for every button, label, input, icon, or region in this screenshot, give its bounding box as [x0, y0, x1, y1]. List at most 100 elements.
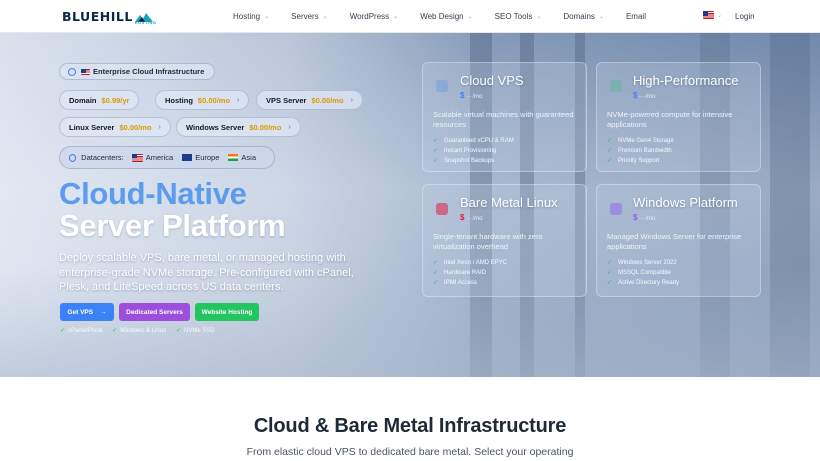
menu-item-hosting[interactable]: Hosting ⌄: [233, 12, 269, 21]
menu-label: SEO Tools: [494, 12, 533, 21]
price-symbol: $: [460, 213, 465, 222]
feature-label: IPMI Access: [444, 279, 478, 286]
globe-icon: [68, 67, 76, 76]
chevron-down-icon: ⌄: [717, 12, 723, 19]
arrow-right-icon: →: [100, 308, 107, 316]
pill-name: Windows Server: [186, 122, 245, 132]
pill-name: Linux Server: [69, 122, 115, 132]
us-flag-icon: [131, 153, 143, 162]
chevron-down-icon: ⌄: [393, 14, 399, 20]
us-flag-icon: [703, 11, 714, 19]
feature-check-label: NVMe SSD: [184, 327, 215, 334]
check-icon: ✓: [433, 148, 439, 154]
us-flag-icon: [81, 68, 90, 75]
feature-check: ✓ NVMe SSD: [176, 327, 215, 335]
menu-label: Email: [625, 12, 646, 21]
menu-item-web-design[interactable]: Web Design ⌄: [420, 12, 472, 21]
get-vps-button[interactable]: Get VPS →: [60, 303, 114, 321]
section-title: Cloud & Bare Metal Infrastructure: [253, 415, 567, 437]
pill-price: $0.00/mo: [119, 122, 152, 132]
card-description: NVMe-powered compute for intensive appli…: [607, 110, 733, 129]
region-label: Asia: [241, 153, 256, 162]
language-selector[interactable]: ⌄: [703, 11, 722, 19]
card-price: $—/mo: [460, 91, 483, 100]
menu-item-servers[interactable]: Servers ⌄: [291, 12, 328, 21]
pill-price: $0.99/yr: [101, 95, 130, 105]
pill-windows-server[interactable]: Windows Server $0.00/mo ›: [176, 117, 301, 137]
button-label: Get VPS: [67, 308, 94, 316]
menu-item-email[interactable]: Email: [626, 12, 646, 21]
menu-item-wordpress[interactable]: WordPress ⌄: [350, 12, 398, 21]
eu-flag-icon: [182, 154, 193, 161]
price-symbol: $: [633, 213, 638, 222]
check-icon: ✓: [433, 270, 439, 276]
price-symbol: $: [633, 91, 638, 100]
card-price: $—/mo: [460, 213, 483, 222]
menu-label: Domains: [563, 12, 595, 21]
pill-price: $0.00/mo: [197, 95, 231, 105]
card-feature: ✓ Guaranteed vCPU & RAM: [433, 137, 514, 145]
menu-label: WordPress: [349, 12, 390, 21]
pill-linux-server[interactable]: Linux Server $0.00/mo ›: [59, 117, 171, 137]
check-icon: ✓: [607, 148, 613, 154]
card-feature: ✓ Snapshot Backups: [433, 157, 495, 165]
check-icon: ✓: [607, 138, 613, 144]
website-hosting-button[interactable]: Website Hosting: [195, 303, 259, 321]
logo[interactable]: BLUEHILL HOSTING: [62, 9, 156, 25]
menu-item-seo-tools[interactable]: SEO Tools ⌄: [495, 12, 542, 21]
check-icon: ✓: [433, 138, 439, 144]
check-icon: ✓: [607, 270, 613, 276]
pill-hosting[interactable]: Hosting $0.00/mo ›: [155, 90, 250, 110]
chevron-right-icon: ›: [350, 96, 353, 104]
card-feature: ✓ Instant Provisioning: [433, 147, 496, 155]
price-unit: /mo: [645, 216, 656, 222]
chevron-down-icon: ⌄: [536, 14, 542, 20]
hero-title-line2: Server Platform: [59, 208, 286, 243]
datacenters-label: Datacenters:: [81, 153, 124, 162]
check-icon: ✓: [433, 260, 439, 266]
cloud-icon: [436, 80, 448, 92]
card-description: Scalable virtual machines with guarantee…: [433, 110, 574, 129]
region-label: Europe: [195, 153, 220, 162]
enterprise-badge: Enterprise Cloud Infrastructure: [59, 63, 216, 80]
card-feature: ✓ MSSQL Compatible: [607, 269, 671, 277]
card-feature: ✓ Hardware RAID: [433, 269, 486, 277]
feature-label: Priority Support: [618, 157, 660, 164]
pill-name: Hosting: [165, 95, 193, 105]
server-icon: [436, 203, 448, 215]
card-price: $—/mo: [633, 213, 656, 222]
login-link[interactable]: Login: [735, 12, 755, 21]
dedicated-servers-button[interactable]: Dedicated Servers: [119, 303, 190, 321]
card-price: $—/mo: [633, 91, 656, 100]
pill-vps-server[interactable]: VPS Server $0.00/mo ›: [256, 90, 363, 110]
pill-price: $0.00/mo: [249, 122, 282, 132]
chevron-down-icon: ⌄: [322, 14, 328, 20]
feature-label: Windows Server 2022: [618, 259, 677, 266]
price-unit: /mo: [645, 94, 656, 100]
feature-label: Active Directory Ready: [618, 279, 680, 286]
region-label: America: [145, 153, 174, 162]
feature-label: Premium Bandwidth: [618, 147, 672, 154]
card-title: Cloud VPS: [460, 73, 524, 88]
feature-label: Snapshot Backups: [444, 157, 495, 164]
chevron-down-icon: ⌄: [467, 14, 473, 20]
feature-label: Guaranteed vCPU & RAM: [444, 137, 514, 144]
chevron-down-icon: ⌄: [264, 14, 270, 20]
price-unit: /mo: [472, 94, 483, 100]
badge-label: Enterprise Cloud Infrastructure: [93, 67, 205, 76]
chevron-right-icon: ›: [158, 123, 161, 131]
region-asia: Asia: [228, 153, 256, 162]
card-feature: ✓ Premium Bandwidth: [607, 147, 672, 155]
hero-lead: Deploy scalable VPS, bare metal, or mana…: [59, 252, 354, 293]
price-unit: /mo: [472, 216, 483, 222]
check-icon: ✓: [176, 328, 182, 334]
menu-label: Hosting: [233, 12, 261, 21]
hero-title-line1: Cloud-Native: [59, 176, 247, 211]
menu-item-domains[interactable]: Domains ⌄: [563, 12, 604, 21]
chevron-right-icon: ›: [288, 123, 291, 131]
pill-domain[interactable]: Domain $0.99/yr: [59, 90, 140, 110]
card-description: Single-tenant hardware with zero virtual…: [433, 232, 543, 251]
check-icon: ✓: [112, 328, 118, 334]
feature-label: NVMe Gen4 Storage: [618, 137, 674, 144]
globe-icon: [69, 153, 77, 162]
